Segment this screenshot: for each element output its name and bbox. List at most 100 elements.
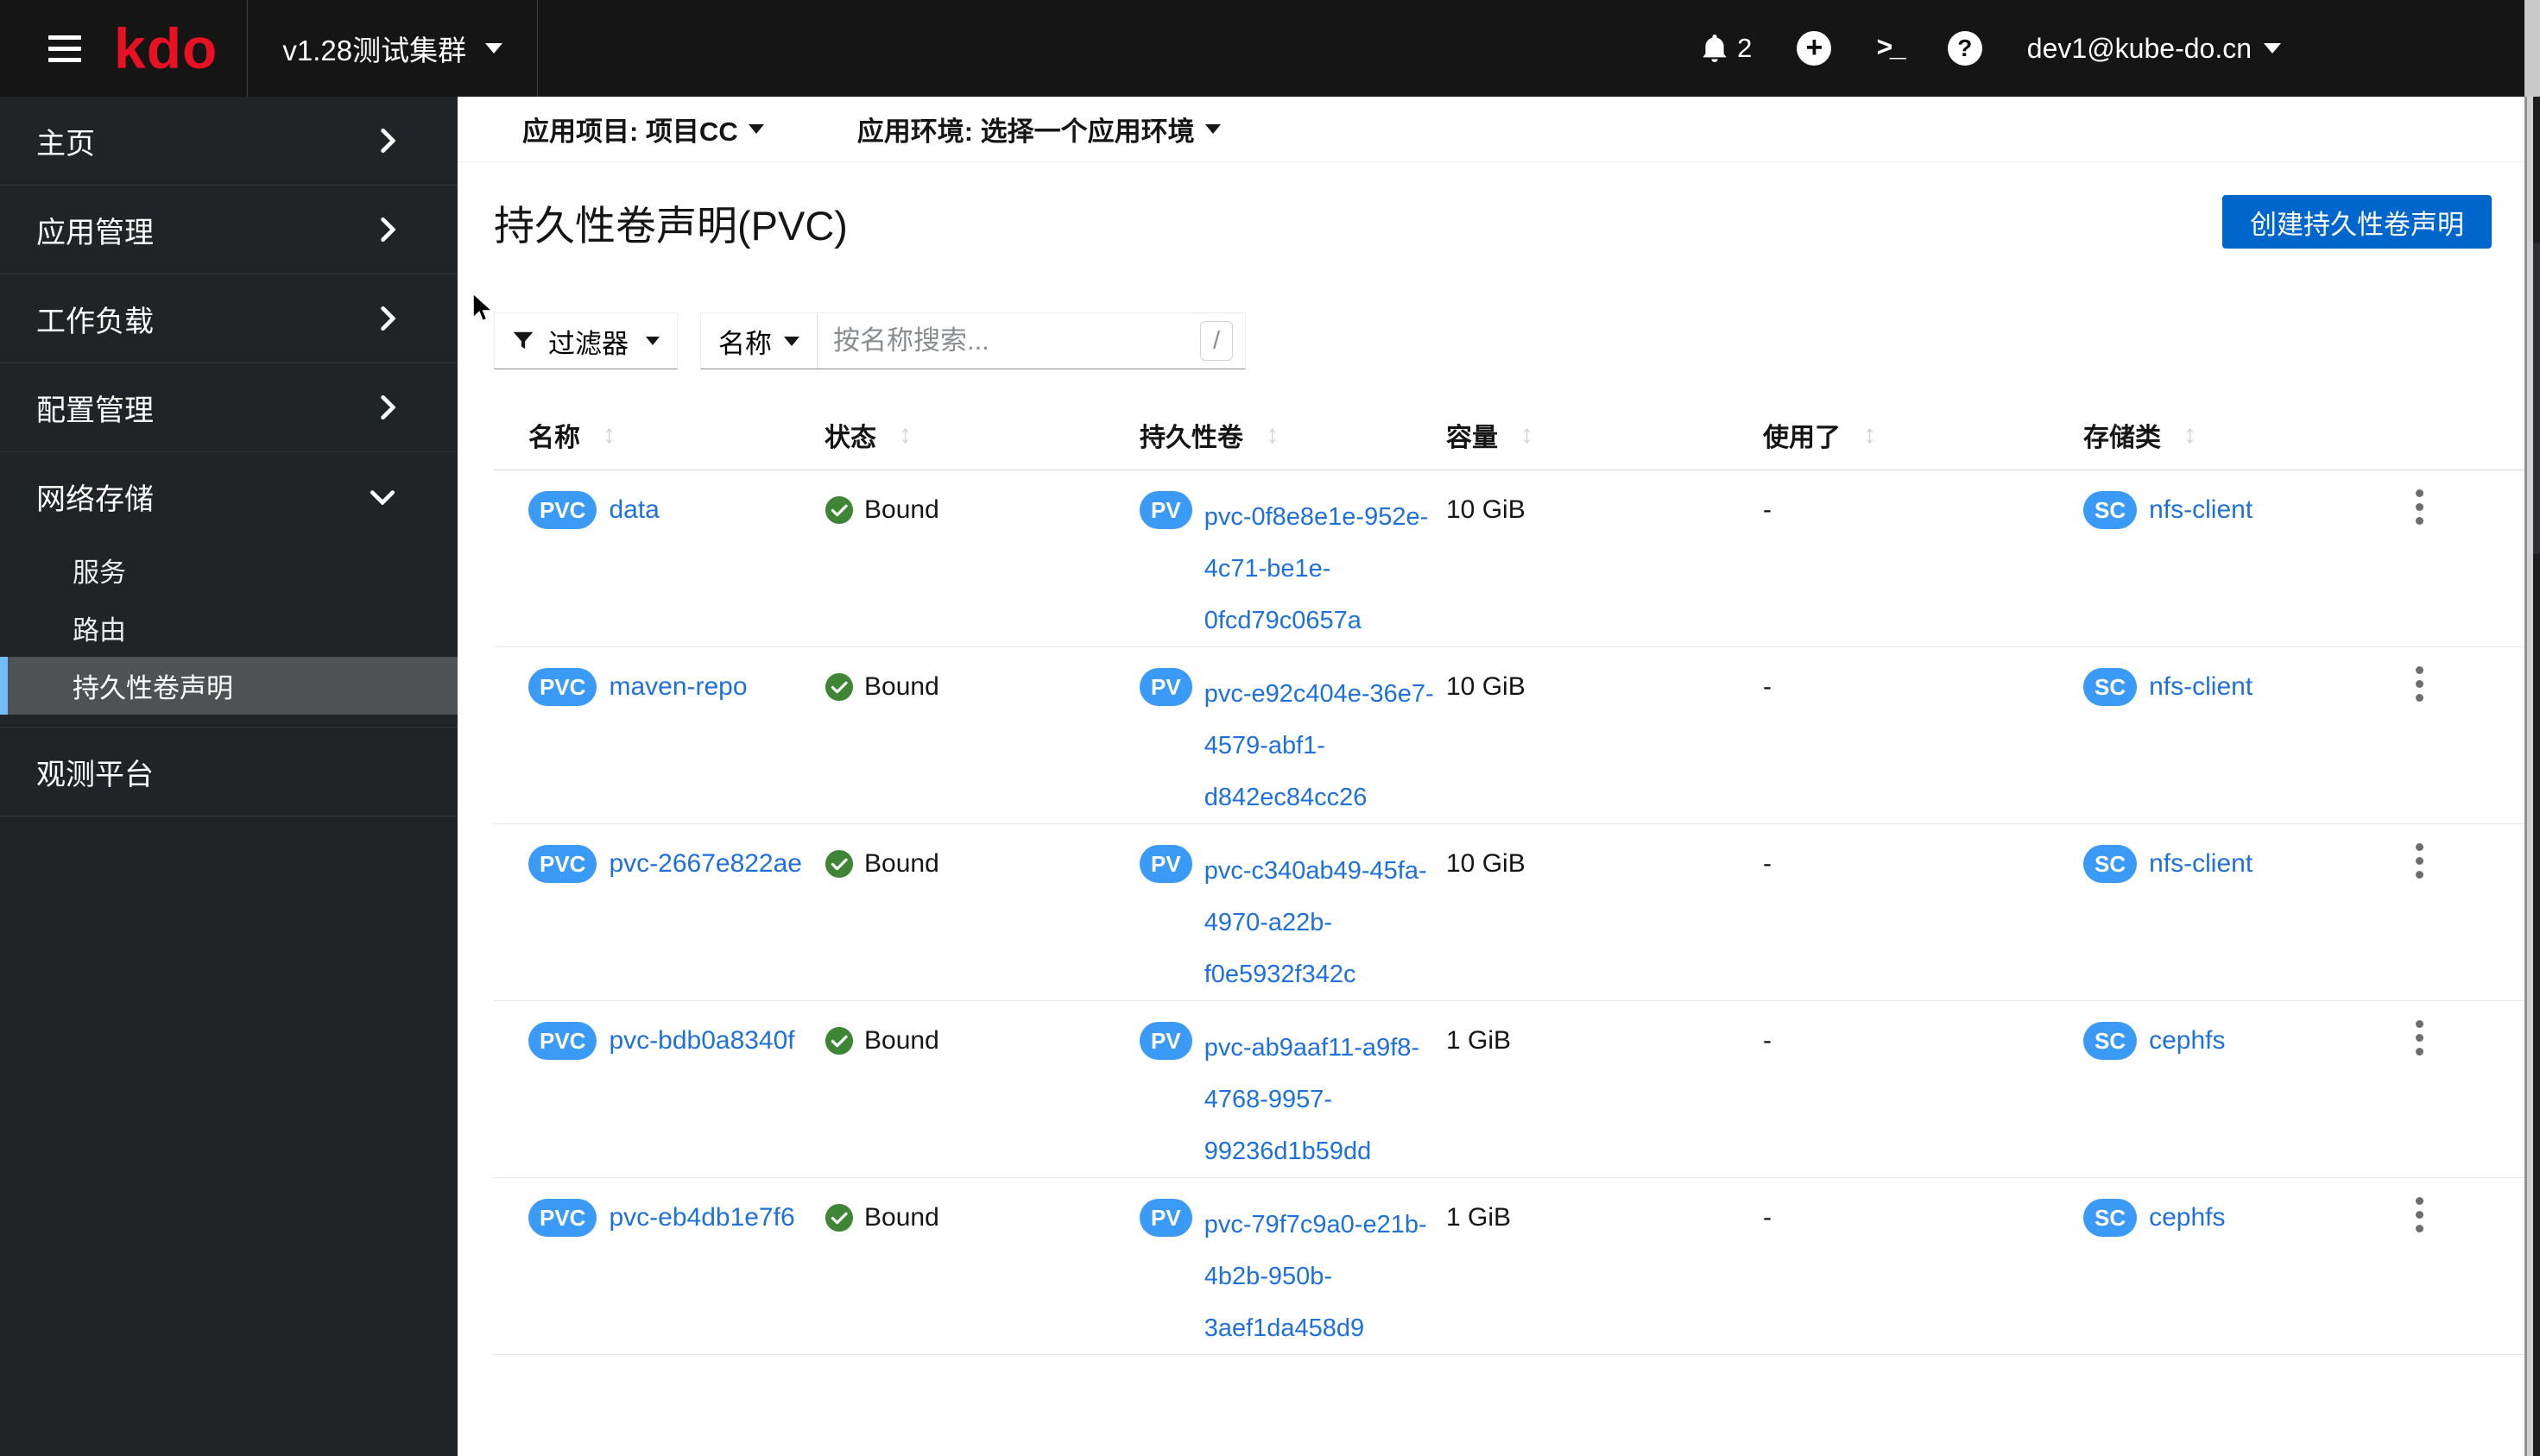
- chevron-down-icon: [1204, 124, 1221, 134]
- search-input[interactable]: [818, 313, 1200, 369]
- search-attribute-dropdown[interactable]: 名称: [701, 313, 818, 369]
- storage-class-link[interactable]: cephfs: [2149, 1022, 2225, 1060]
- shortcut-key-hint: /: [1200, 321, 1233, 361]
- pvc-badge: PVC: [528, 668, 597, 706]
- filter-dropdown-label: 过滤器: [548, 328, 629, 359]
- pv-badge: PV: [1140, 845, 1192, 883]
- kebab-menu-icon[interactable]: [2400, 1017, 2438, 1058]
- column-header-used[interactable]: 使用了 ↕: [1763, 416, 2083, 454]
- capacity-cell: 10 GiB: [1446, 849, 1526, 878]
- cluster-selector[interactable]: v1.28测试集群: [248, 0, 537, 97]
- pv-cell: PV pvc-79f7c9a0-e21b-4b2b-950b-3aef1da45…: [1140, 1178, 1446, 1354]
- chevron-down-icon: [748, 124, 764, 134]
- pvc-badge: PVC: [528, 1022, 597, 1060]
- storage-class-cell: SC cephfs: [2083, 1178, 2400, 1354]
- search-attribute-label: 名称: [718, 328, 772, 359]
- used-cell: -: [1763, 672, 1772, 701]
- status-text: Bound: [864, 1203, 939, 1232]
- import-plus-icon[interactable]: +: [1797, 31, 1832, 66]
- chevron-down-icon: [784, 336, 799, 346]
- storage-class-link[interactable]: cephfs: [2149, 1199, 2225, 1237]
- create-pvc-button[interactable]: 创建持久性卷声明: [2222, 195, 2492, 249]
- pv-cell: PV pvc-e92c404e-36e7-4579-abf1-d842ec84c…: [1140, 647, 1446, 823]
- kebab-menu-icon[interactable]: [2400, 486, 2438, 527]
- sc-badge: SC: [2083, 845, 2138, 883]
- pvc-name-link[interactable]: data: [609, 491, 659, 529]
- environment-selector[interactable]: 应用环境: 选择一个应用环境: [857, 110, 1221, 148]
- sort-icon: ↕: [1266, 420, 1279, 449]
- name-cell: PVC pvc-eb4db1e7f6: [528, 1178, 825, 1354]
- sidebar-item-services[interactable]: 服务: [0, 541, 458, 599]
- sidebar-nav: 主页 应用管理 工作负载 配置管理 网络存储 服务 路由 持久性卷声明 观测平台: [0, 97, 458, 1456]
- table-row: PVC pvc-bdb0a8340f Bound PV pvc-ab9aaf11…: [494, 1001, 2540, 1178]
- used-cell: -: [1763, 495, 1772, 524]
- hamburger-menu-icon[interactable]: [48, 0, 83, 97]
- column-header-capacity[interactable]: 容量 ↕: [1446, 416, 1763, 454]
- pvc-table-body: PVC data Bound PV pvc-0f8e8e1e-952e-4c71…: [494, 470, 2540, 1355]
- project-selector[interactable]: 应用项目: 项目CC: [522, 110, 764, 148]
- pv-name-link[interactable]: pvc-e92c404e-36e7-4579-abf1-d842ec84cc26: [1204, 668, 1446, 823]
- sidebar-item-app-management[interactable]: 应用管理: [0, 186, 458, 274]
- pv-badge: PV: [1140, 491, 1192, 529]
- pv-name-link[interactable]: pvc-79f7c9a0-e21b-4b2b-950b-3aef1da458d9: [1204, 1199, 1446, 1354]
- mouse-cursor: [472, 292, 494, 322]
- capacity-cell: 1 GiB: [1446, 1026, 1512, 1055]
- column-header-name[interactable]: 名称 ↕: [528, 416, 825, 454]
- storage-class-link[interactable]: nfs-client: [2149, 845, 2253, 883]
- pvc-badge: PVC: [528, 845, 597, 883]
- environment-selector-label: 应用环境: 选择一个应用环境: [856, 117, 1195, 147]
- chevron-down-icon: [646, 337, 660, 345]
- cluster-selector-label: v1.28测试集群: [282, 35, 467, 66]
- sidebar-item-routes[interactable]: 路由: [0, 599, 458, 657]
- column-header-status[interactable]: 状态 ↕: [825, 416, 1140, 454]
- storage-class-cell: SC cephfs: [2083, 1001, 2400, 1177]
- username: dev1@kube-do.cn: [2026, 32, 2252, 64]
- pvc-name-link[interactable]: pvc-2667e822ae: [609, 845, 802, 883]
- check-circle-icon: [825, 495, 854, 525]
- sidebar-item-config-management[interactable]: 配置管理: [0, 363, 458, 452]
- kebab-menu-icon[interactable]: [2400, 663, 2438, 704]
- notifications-button[interactable]: 2: [1701, 33, 1752, 64]
- pvc-name-link[interactable]: maven-repo: [609, 668, 747, 706]
- kebab-menu-icon[interactable]: [2400, 840, 2438, 881]
- status-text: Bound: [864, 849, 939, 878]
- sidebar-item-network-storage[interactable]: 网络存储: [0, 452, 458, 541]
- scrollbar-thumb[interactable]: [2533, 243, 2540, 554]
- sidebar-item-workloads[interactable]: 工作负载: [0, 274, 458, 363]
- table-row: PVC maven-repo Bound PV pvc-e92c404e-36e…: [494, 647, 2540, 824]
- column-header-pv[interactable]: 持久性卷 ↕: [1140, 416, 1446, 454]
- project-selector-label: 应用项目: 项目CC: [522, 117, 738, 147]
- sidebar-item-pvc[interactable]: 持久性卷声明: [0, 657, 458, 715]
- pv-name-link[interactable]: pvc-ab9aaf11-a9f8-4768-9957-99236d1b59dd: [1204, 1022, 1446, 1177]
- user-menu[interactable]: dev1@kube-do.cn: [2027, 33, 2281, 65]
- main-content: 应用项目: 项目CC 应用环境: 选择一个应用环境 持久性卷声明(PVC) 创建…: [458, 97, 2540, 1456]
- check-circle-icon: [825, 849, 854, 879]
- sidebar-item-home[interactable]: 主页: [0, 97, 458, 186]
- status-cell: Bound: [825, 647, 1140, 823]
- pvc-name-link[interactable]: pvc-bdb0a8340f: [609, 1022, 794, 1060]
- pv-cell: PV pvc-c340ab49-45fa-4970-a22b-f0e5932f3…: [1140, 824, 1446, 1000]
- pv-name-link[interactable]: pvc-0f8e8e1e-952e-4c71-be1e-0fcd79c0657a: [1204, 491, 1446, 646]
- brand-logo: kdo: [114, 16, 218, 80]
- storage-class-link[interactable]: nfs-client: [2149, 491, 2253, 529]
- pv-name-link[interactable]: pvc-c340ab49-45fa-4970-a22b-f0e5932f342c: [1204, 845, 1446, 1000]
- column-header-storage-class[interactable]: 存储类 ↕: [2083, 416, 2400, 454]
- kebab-menu-icon[interactable]: [2400, 1194, 2438, 1235]
- filter-dropdown[interactable]: 过滤器: [494, 312, 678, 369]
- sc-badge: SC: [2083, 1199, 2138, 1237]
- table-row: PVC pvc-2667e822ae Bound PV pvc-c340ab49…: [494, 824, 2540, 1001]
- pvc-badge: PVC: [528, 1199, 597, 1237]
- help-icon[interactable]: ?: [1947, 31, 1982, 66]
- name-cell: PVC pvc-bdb0a8340f: [528, 1001, 825, 1177]
- scrollbar[interactable]: [2527, 97, 2533, 1456]
- notification-count: 2: [1737, 33, 1753, 63]
- table-row: PVC data Bound PV pvc-0f8e8e1e-952e-4c71…: [494, 470, 2540, 647]
- used-cell: -: [1763, 1203, 1772, 1232]
- terminal-icon[interactable]: >_: [1876, 33, 1905, 65]
- status-text: Bound: [864, 1026, 939, 1055]
- pv-cell: PV pvc-0f8e8e1e-952e-4c71-be1e-0fcd79c06…: [1140, 470, 1446, 646]
- pvc-name-link[interactable]: pvc-eb4db1e7f6: [609, 1199, 794, 1237]
- storage-class-link[interactable]: nfs-client: [2149, 668, 2253, 706]
- sc-badge: SC: [2083, 491, 2138, 529]
- sidebar-item-observability[interactable]: 观测平台: [0, 728, 458, 816]
